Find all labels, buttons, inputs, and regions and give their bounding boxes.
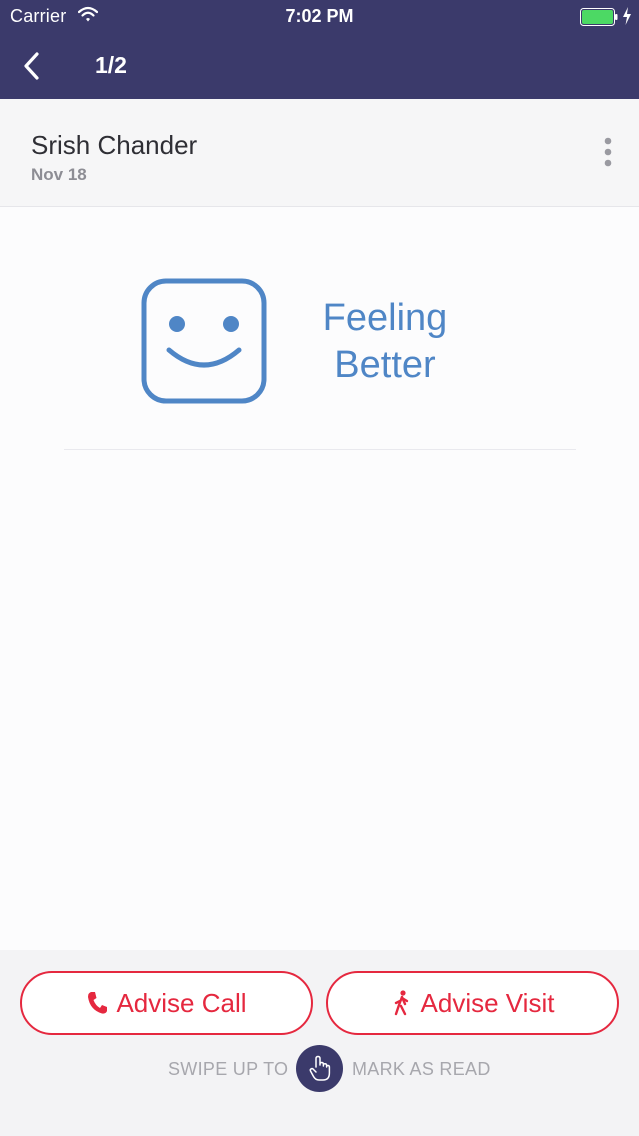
- advise-call-button[interactable]: Advise Call: [20, 971, 313, 1035]
- hand-pointer-icon: [309, 1055, 331, 1081]
- page-counter: 1/2: [95, 52, 127, 78]
- swipe-handle[interactable]: [296, 1045, 343, 1092]
- app-header: Carrier 7:02 PM 1/2: [0, 0, 639, 99]
- mood-label: Feeling Better: [322, 297, 448, 386]
- swipe-hint-left: SWIPE UP TO: [168, 1059, 289, 1079]
- patient-name: Srish Chander: [31, 130, 198, 160]
- action-footer: Advise Call Advise Visit SWIPE UP TO MAR…: [0, 950, 639, 1136]
- divider: [64, 449, 576, 450]
- more-vertical-icon[interactable]: [596, 135, 620, 171]
- patient-header: Srish Chander Nov 18: [0, 99, 639, 207]
- walking-person-icon: [394, 990, 408, 1016]
- message-content: Feeling Better: [0, 207, 639, 950]
- swipe-hint: SWIPE UP TO MARK AS READ: [0, 1045, 639, 1095]
- advise-call-label: Advise Call: [116, 987, 247, 1018]
- advise-visit-button[interactable]: Advise Visit: [326, 971, 619, 1035]
- patient-date: Nov 18: [31, 165, 87, 184]
- battery-icon: [580, 8, 618, 26]
- status-bar: Carrier 7:02 PM: [0, 0, 639, 34]
- swipe-hint-right: MARK AS READ: [352, 1059, 491, 1079]
- phone-icon: [88, 992, 108, 1014]
- nav-bar: 1/2: [0, 36, 639, 99]
- smiley-face-icon: [141, 278, 267, 404]
- status-time: 7:02 PM: [285, 6, 354, 26]
- charging-icon: [623, 7, 631, 25]
- advise-visit-label: Advise Visit: [420, 987, 555, 1018]
- chevron-left-icon[interactable]: [18, 50, 48, 82]
